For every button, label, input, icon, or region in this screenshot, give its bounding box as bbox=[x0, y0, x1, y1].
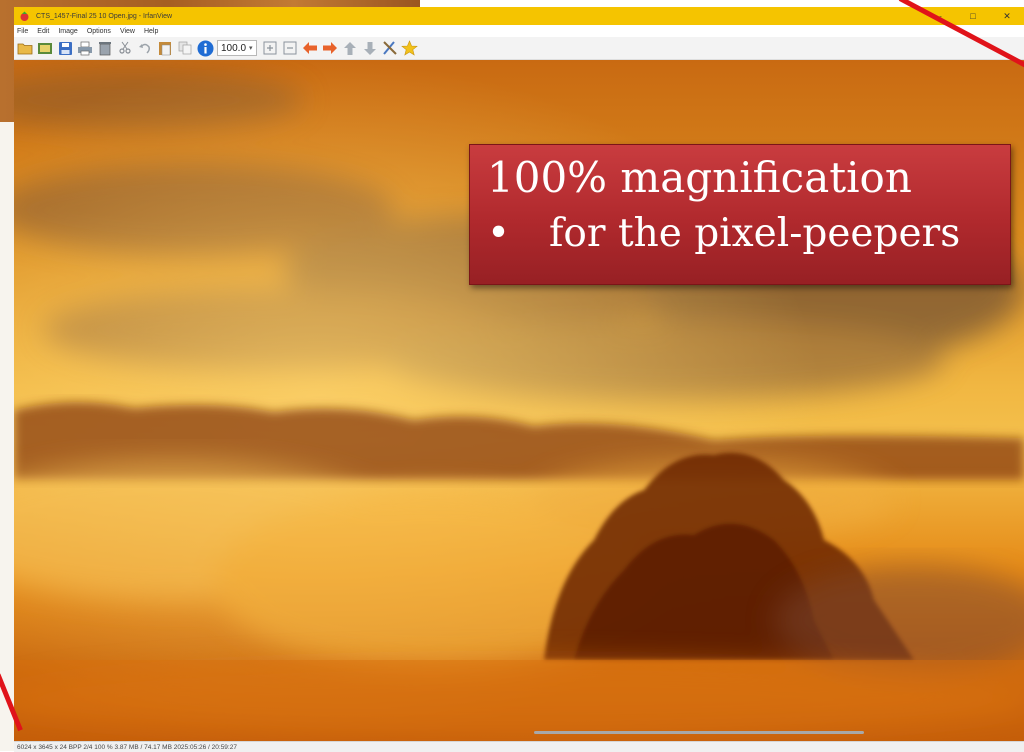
close-button[interactable]: ✕ bbox=[990, 7, 1024, 25]
info-icon[interactable] bbox=[196, 39, 214, 57]
annotation-callout: 100% magnification • for the pixel-peepe… bbox=[469, 144, 1011, 285]
zoom-out-icon[interactable] bbox=[281, 39, 299, 57]
menu-help[interactable]: Help bbox=[144, 28, 158, 35]
save-icon[interactable] bbox=[56, 39, 74, 57]
status-text: 6024 x 3645 x 24 BPP 2/4 100 % 3.87 MB /… bbox=[17, 743, 237, 751]
window-title: CTS_1457-Final 25 10 Open.jpg - IrfanVie… bbox=[36, 12, 173, 20]
slide-margin bbox=[0, 122, 14, 751]
zoom-in-icon[interactable] bbox=[261, 39, 279, 57]
zoom-dropdown-icon[interactable]: ▾ bbox=[249, 44, 253, 52]
cut-icon[interactable] bbox=[116, 39, 134, 57]
menu-file[interactable]: File bbox=[17, 28, 28, 35]
toolbar: 100.0 ▾ bbox=[14, 37, 1024, 60]
menu-options[interactable]: Options bbox=[87, 28, 111, 35]
callout-bullet-item: • for the pixel-peepers bbox=[487, 211, 961, 256]
callout-heading: 100% magnification bbox=[487, 153, 912, 202]
maximize-button[interactable]: □ bbox=[956, 7, 990, 25]
zoom-field[interactable]: 100.0 ▾ bbox=[217, 40, 257, 56]
horizontal-scrollbar[interactable] bbox=[534, 731, 864, 734]
menu-image[interactable]: Image bbox=[58, 28, 77, 35]
zoom-value: 100.0 bbox=[221, 42, 247, 54]
settings-icon[interactable] bbox=[381, 39, 399, 57]
title-bar: CTS_1457-Final 25 10 Open.jpg - IrfanVie… bbox=[14, 7, 1024, 25]
menu-edit[interactable]: Edit bbox=[37, 28, 49, 35]
undo-icon[interactable] bbox=[136, 39, 154, 57]
favorite-icon[interactable] bbox=[401, 39, 419, 57]
status-bar: 6024 x 3645 x 24 BPP 2/4 100 % 3.87 MB /… bbox=[14, 741, 1024, 752]
menu-view[interactable]: View bbox=[120, 28, 135, 35]
irfanview-app-icon bbox=[20, 11, 29, 21]
menu-bar: File Edit Image Options View Help bbox=[14, 25, 1024, 37]
bullet-marker: • bbox=[487, 211, 511, 256]
thumbnails-icon[interactable] bbox=[36, 39, 54, 57]
paste-icon[interactable] bbox=[156, 39, 174, 57]
print-icon[interactable] bbox=[76, 39, 94, 57]
delete-icon[interactable] bbox=[96, 39, 114, 57]
next-icon[interactable] bbox=[321, 39, 339, 57]
down-icon[interactable] bbox=[361, 39, 379, 57]
copy-icon[interactable] bbox=[176, 39, 194, 57]
previous-icon[interactable] bbox=[301, 39, 319, 57]
up-icon[interactable] bbox=[341, 39, 359, 57]
app-window: CTS_1457-Final 25 10 Open.jpg - IrfanVie… bbox=[14, 7, 1024, 752]
callout-item-text: for the pixel-peepers bbox=[549, 211, 961, 256]
open-folder-icon[interactable] bbox=[16, 39, 34, 57]
image-viewport[interactable]: 100% magnification • for the pixel-peepe… bbox=[14, 60, 1024, 741]
